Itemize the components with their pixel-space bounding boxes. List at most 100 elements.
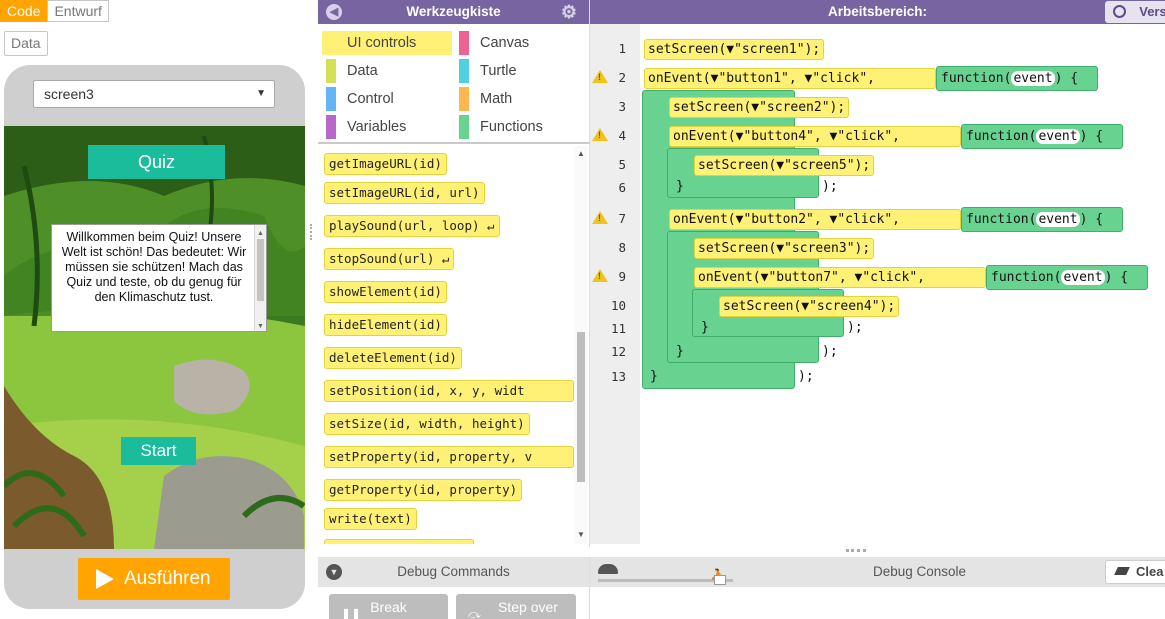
line-gutter: 1 2 3 4 5 6 7 8 9 10 11 12 13: [590, 24, 640, 544]
toolbox-title: Werkzeugkiste: [406, 4, 501, 19]
close-brace: }: [650, 369, 658, 384]
block-setsize[interactable]: setSize(id, width, height): [324, 413, 530, 435]
line-number: 4: [618, 128, 626, 143]
category-canvas[interactable]: Canvas: [455, 31, 585, 55]
block-deleteelement[interactable]: deleteElement(id): [324, 347, 462, 369]
onevent-block[interactable]: onEvent(▼"button1", ▼"click",: [644, 68, 936, 89]
chevron-down-icon[interactable]: ▼: [326, 564, 342, 580]
data-button[interactable]: Data: [4, 31, 48, 56]
break-button[interactable]: ❚❚ Break: [329, 594, 448, 619]
block-setimageurl[interactable]: setImageURL(id, url): [324, 182, 485, 204]
block-hideelement[interactable]: hideElement(id): [324, 314, 447, 336]
close-paren: );: [822, 344, 838, 359]
collapse-left-icon[interactable]: ◀: [326, 4, 342, 20]
event-param[interactable]: event: [1061, 270, 1105, 285]
category-ui-controls[interactable]: UI controls: [322, 31, 452, 55]
block-stopsound[interactable]: stopSound(url) ↵: [324, 248, 455, 270]
block-getproperty[interactable]: getProperty(id, property): [324, 479, 523, 501]
category-label: Math: [480, 91, 513, 107]
toolbox-header: ◀ Werkzeugkiste ⚙: [318, 0, 589, 24]
setscreen-block[interactable]: setScreen(▼"screen5");: [694, 155, 875, 176]
clear-console-button[interactable]: Clea: [1105, 560, 1165, 584]
chevron-down-icon: ▼: [256, 88, 266, 99]
setscreen-block[interactable]: setScreen(▼"screen4");: [719, 296, 900, 317]
left-pane: Code Entwurf Data screen3 ▼ Quiz Willkom…: [0, 0, 310, 619]
toolbox-scrollbar[interactable]: ▲ ▼: [574, 146, 588, 544]
break-label: Break: [370, 599, 407, 615]
workspace-resize-handle[interactable]: [590, 547, 1165, 557]
block-playsound[interactable]: playSound(url, loop) ↵: [324, 215, 500, 237]
scroll-down-icon: ▼: [257, 323, 264, 330]
design-mode-button[interactable]: Entwurf: [47, 0, 109, 22]
function-keyword: function: [966, 212, 1029, 227]
event-param[interactable]: event: [1036, 212, 1080, 227]
onevent-block[interactable]: onEvent(▼"button2", ▼"click",: [669, 209, 961, 230]
category-control[interactable]: Control: [322, 87, 452, 111]
debug-console-header: ⛹ Debug Console Clea: [590, 557, 1165, 587]
speed-slider-handle[interactable]: [714, 575, 726, 585]
setscreen-block[interactable]: setScreen(▼"screen3");: [694, 238, 875, 259]
block-setposition[interactable]: setPosition(id, x, y, widt: [324, 380, 574, 402]
step-over-label: Step over: [498, 599, 558, 615]
setscreen-block[interactable]: setScreen(▼"screen1");: [644, 39, 825, 60]
quiz-label: Quiz: [88, 145, 225, 179]
welcome-scroll-thumb[interactable]: [257, 239, 264, 301]
welcome-scrollbar[interactable]: ▲ ▼: [254, 225, 266, 331]
start-button[interactable]: Start: [121, 437, 196, 465]
workspace-header: Arbeitsbereich: Vers: [590, 0, 1165, 24]
debug-commands-title: Debug Commands: [397, 564, 510, 579]
block-showelement[interactable]: showElement(id): [324, 281, 447, 303]
category-data[interactable]: Data: [322, 59, 452, 83]
line-number: 6: [618, 180, 626, 195]
category-functions[interactable]: Functions: [455, 115, 585, 139]
workspace-title: Arbeitsbereich:: [827, 4, 928, 19]
version-label: Vers: [1139, 4, 1165, 19]
welcome-textarea[interactable]: Willkommen beim Quiz! Unsere Welt ist sc…: [51, 224, 267, 332]
open-brace: {: [1095, 129, 1104, 144]
open-brace: {: [1095, 212, 1104, 227]
block-write[interactable]: write(text): [324, 508, 417, 530]
debug-commands-header: ▼ Debug Commands: [318, 557, 589, 587]
toolbox-scroll-thumb[interactable]: [577, 332, 585, 482]
line-number: 11: [610, 321, 626, 336]
version-history-button[interactable]: Vers: [1105, 1, 1165, 23]
mode-toggle: Code Entwurf: [0, 0, 109, 22]
grip-icon: [310, 224, 314, 240]
block-partial[interactable]: [324, 539, 474, 544]
category-turtle[interactable]: Turtle: [455, 59, 585, 83]
scroll-up-icon: ▲: [577, 149, 585, 158]
onevent-block[interactable]: onEvent(▼"button7", ▼"click",: [694, 267, 986, 288]
code-canvas[interactable]: setScreen(▼"screen1"); onEvent(▼"button1…: [640, 24, 1165, 544]
step-over-button[interactable]: ⤼ Step over: [456, 594, 576, 619]
event-param[interactable]: event: [1036, 129, 1080, 144]
close-paren: );: [798, 369, 814, 384]
screen-select[interactable]: screen3 ▼: [33, 80, 275, 108]
gear-icon[interactable]: ⚙: [561, 2, 577, 22]
category-label: Turtle: [480, 63, 517, 79]
code-mode-button[interactable]: Code: [0, 0, 48, 22]
setscreen-block[interactable]: setScreen(▼"screen2");: [669, 97, 850, 118]
onevent-block[interactable]: onEvent(▼"button4", ▼"click",: [669, 126, 961, 147]
pane-splitter[interactable]: [310, 0, 318, 619]
event-param[interactable]: event: [1011, 71, 1055, 86]
phone-frame: screen3 ▼ Quiz Willkommen beim Quiz! Uns…: [4, 65, 305, 609]
close-paren: );: [822, 179, 838, 194]
function-keyword: function: [991, 270, 1054, 285]
category-label: Variables: [347, 119, 407, 135]
line-number: 2: [618, 70, 626, 85]
function-block[interactable]: function(event) {: [961, 207, 1123, 232]
category-variables[interactable]: Variables: [322, 115, 452, 139]
function-block[interactable]: function(event) {: [986, 265, 1148, 290]
line-number: 10: [610, 298, 626, 313]
function-block[interactable]: function(event) {: [936, 66, 1098, 91]
function-block[interactable]: function(event) {: [961, 124, 1123, 149]
category-math[interactable]: Math: [455, 87, 585, 111]
debug-console-panel: ⛹ Debug Console Clea: [590, 557, 1165, 619]
line-number: 7: [618, 211, 626, 226]
line-number: 1: [618, 41, 626, 56]
run-button[interactable]: Ausführen: [78, 558, 230, 600]
block-getimageurl[interactable]: getImageURL(id): [324, 153, 447, 175]
block-setproperty[interactable]: setProperty(id, property, v: [324, 446, 574, 468]
category-label: Control: [347, 91, 394, 107]
clear-label: Clea: [1136, 564, 1164, 579]
